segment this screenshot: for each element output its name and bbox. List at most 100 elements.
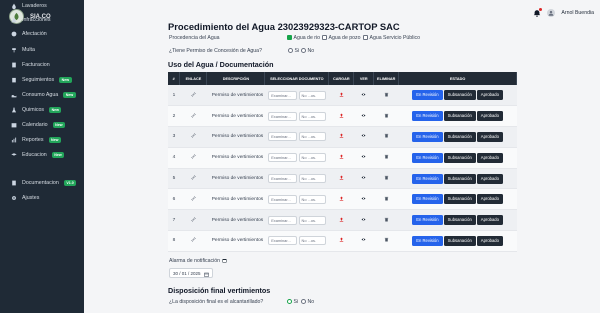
link-icon[interactable] (191, 92, 196, 99)
sidebar-item-calendario[interactable]: Calendario New (0, 119, 84, 131)
trash-icon[interactable] (384, 155, 389, 161)
eye-icon[interactable] (361, 114, 366, 120)
file-input-button[interactable]: Examinar... (268, 174, 298, 184)
sidebar-item-quimicos[interactable]: Quimicos New (0, 104, 84, 116)
upload-icon[interactable] (339, 196, 344, 203)
status-subsanacion-button[interactable]: Subsanación (443, 90, 476, 101)
trash-icon[interactable] (384, 196, 389, 203)
file-input-button[interactable]: Examinar... (268, 194, 298, 204)
checkbox-checked[interactable] (287, 35, 292, 40)
link-icon[interactable] (191, 217, 196, 224)
disposicion-option-no[interactable]: No (301, 299, 314, 305)
eye-icon[interactable] (361, 176, 366, 182)
status-aprobado-button[interactable]: Aprobado (476, 111, 503, 122)
sidebar-item-documentacion[interactable]: Documentacion V1.0 (0, 177, 84, 189)
disposicion-option-si[interactable]: Si (287, 299, 298, 305)
sidebar-item-reportes[interactable]: Reportes New (0, 134, 84, 146)
status-en-revision-button[interactable]: En Revisión (412, 194, 443, 205)
procedencia-option-rio[interactable]: Agua de rio (287, 35, 320, 41)
upload-icon[interactable] (339, 217, 344, 224)
sidebar-item-multa[interactable]: Multa (0, 44, 84, 56)
upload-icon[interactable] (339, 133, 344, 140)
status-en-revision-button[interactable]: En Revisión (412, 90, 443, 101)
status-aprobado-button[interactable]: Aprobado (476, 131, 503, 142)
upload-icon[interactable] (339, 237, 344, 244)
radio[interactable] (301, 299, 306, 304)
sidebar-item-educacion[interactable]: Educacion New (0, 149, 84, 161)
status-subsanacion-button[interactable]: Subsanación (443, 215, 476, 226)
eye-icon[interactable] (361, 197, 366, 203)
trash-icon[interactable] (384, 134, 389, 140)
status-en-revision-button[interactable]: En Revisión (412, 131, 443, 142)
eye-icon[interactable] (361, 218, 366, 224)
status-en-revision-button[interactable]: En Revisión (412, 215, 443, 226)
status-en-revision-button[interactable]: En Revisión (412, 152, 443, 163)
eye-icon[interactable] (361, 238, 366, 244)
link-icon[interactable] (191, 134, 196, 140)
procedencia-option-pozo[interactable]: Agua de pozo (322, 35, 361, 41)
upload-icon[interactable] (339, 113, 344, 120)
sidebar-item-facturacion[interactable]: Facturacion (0, 59, 84, 71)
permiso-option-si[interactable]: Si (288, 48, 299, 54)
status-aprobado-button[interactable]: Aprobado (476, 173, 503, 184)
file-input-button[interactable]: Examinar... (268, 236, 298, 246)
status-subsanacion-button[interactable]: Subsanación (443, 152, 476, 163)
radio[interactable] (288, 48, 293, 53)
view-cell (353, 147, 374, 169)
permiso-option-no[interactable]: No (301, 48, 314, 54)
upload-icon[interactable] (339, 175, 344, 182)
file-input-button[interactable]: Examinar... (268, 111, 298, 121)
link-icon[interactable] (191, 175, 196, 182)
sidebar-item-lavaderos[interactable]: Lavaderos (0, 0, 84, 12)
radio[interactable] (301, 48, 306, 53)
status-aprobado-button[interactable]: Aprobado (476, 215, 503, 226)
status-subsanacion-button[interactable]: Subsanación (443, 235, 476, 246)
file-input-button[interactable]: Examinar... (268, 215, 298, 225)
checkbox[interactable] (363, 35, 368, 40)
trash-icon[interactable] (384, 217, 389, 224)
sidebar-item-infracciones[interactable]: Infracciones (0, 14, 84, 26)
status-aprobado-button[interactable]: Aprobado (476, 235, 503, 246)
status-subsanacion-button[interactable]: Subsanación (443, 194, 476, 205)
eye-icon[interactable] (361, 155, 366, 161)
link-icon[interactable] (191, 113, 196, 120)
trash-icon[interactable] (384, 92, 389, 99)
file-input-button[interactable]: Examinar... (268, 132, 298, 142)
calendar-icon[interactable] (204, 271, 209, 280)
file-input-button[interactable]: Examinar... (268, 90, 298, 100)
sidebar-item-ajustes[interactable]: Ajustes (0, 192, 84, 204)
status-aprobado-button[interactable]: Aprobado (476, 152, 503, 163)
trash-icon[interactable] (384, 238, 389, 244)
link-icon[interactable] (191, 154, 196, 161)
link-icon[interactable] (191, 196, 196, 203)
trash-icon[interactable] (384, 113, 389, 120)
alert-icon (11, 31, 17, 37)
file-input-button[interactable]: Examinar... (268, 153, 298, 163)
status-subsanacion-button[interactable]: Subsanación (443, 111, 476, 122)
eye-icon[interactable] (361, 93, 366, 99)
status-subsanacion-button[interactable]: Subsanación (443, 131, 476, 142)
eye-icon[interactable] (361, 134, 366, 140)
status-en-revision-button[interactable]: En Revisión (412, 173, 443, 184)
procedencia-option-publico[interactable]: Agua Servicio Público (363, 35, 420, 41)
bell-icon[interactable] (533, 8, 543, 17)
radio-selected[interactable] (287, 299, 292, 304)
trash-icon[interactable] (384, 175, 389, 182)
sidebar-item-consumo-agua[interactable]: Consumo Agua New (0, 89, 84, 101)
upload-icon[interactable] (339, 154, 344, 161)
user-menu[interactable]: Arnol Buendia (533, 8, 594, 17)
link-icon[interactable] (191, 238, 196, 244)
sidebar-item-seguimientos[interactable]: Seguimientos New (0, 74, 84, 86)
checkbox[interactable] (322, 35, 327, 40)
sidebar-item-afectación[interactable]: Afectación (0, 28, 84, 40)
upload-icon[interactable] (339, 92, 344, 99)
status-en-revision-button[interactable]: En Revisión (412, 235, 443, 246)
avatar[interactable] (547, 9, 556, 17)
alarma-date-input[interactable]: 30 / 01 / 2025 (169, 268, 213, 278)
status-aprobado-button[interactable]: Aprobado (476, 90, 503, 101)
status-en-revision-button[interactable]: En Revisión (412, 111, 443, 122)
sidebar-item-label: Afectación (22, 31, 47, 37)
status-aprobado-button[interactable]: Aprobado (476, 194, 503, 205)
status-subsanacion-button[interactable]: Subsanación (443, 173, 476, 184)
status-cell: En Revisión Subsanación Aprobado (398, 230, 517, 252)
